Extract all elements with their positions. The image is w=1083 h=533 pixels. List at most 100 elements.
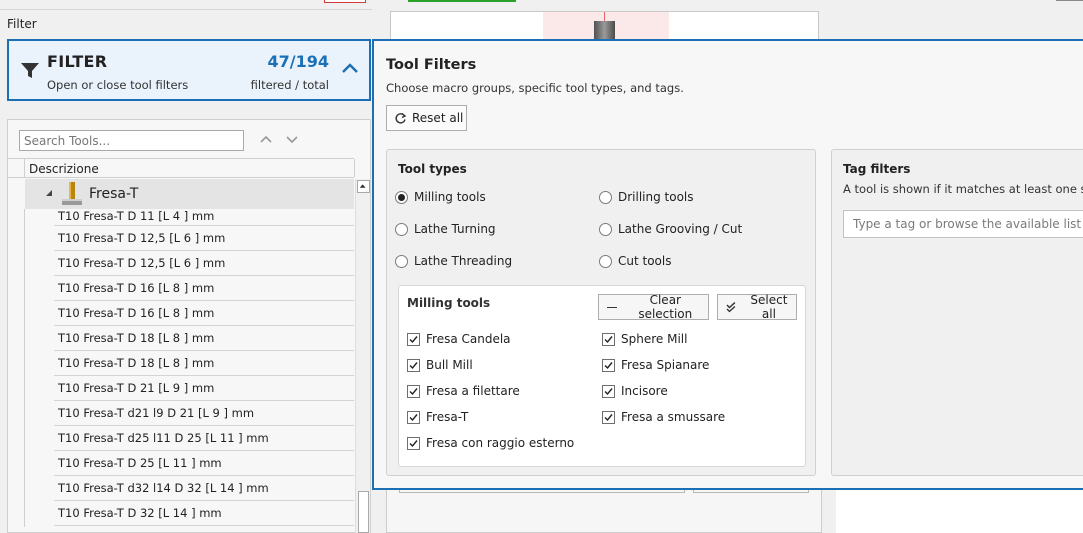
group-label: Fresa-T (89, 186, 139, 202)
chevron-up-icon[interactable] (258, 132, 274, 146)
list-item[interactable]: T10 Fresa-T D 11 [L 4 ] mm (24, 209, 354, 235)
check-icon (409, 361, 418, 369)
tools-panel: Descrizione Fresa-T T10 Fresa-T D 11 [L … (7, 119, 371, 533)
grid-header: Descrizione (8, 158, 355, 178)
minus-icon (607, 306, 617, 308)
expand-triangle-icon[interactable] (45, 189, 53, 197)
double-check-icon (726, 301, 736, 312)
list-item[interactable]: T10 Fresa-T D 12,5 [L 6 ] mm (24, 251, 354, 277)
check-icon (409, 335, 418, 343)
list-item[interactable]: T10 Fresa-T d25 l11 D 25 [L 11 ] mm (24, 426, 354, 452)
filter-toggle-card[interactable]: FILTER Open or close tool filters 47/194… (7, 39, 371, 101)
radio-lathe-turning[interactable]: Lathe Turning (395, 222, 496, 236)
list-item[interactable]: T10 Fresa-T D 18 [L 8 ] mm (24, 326, 354, 352)
radio-lathe-threading[interactable]: Lathe Threading (395, 254, 512, 268)
tag-filters-title: Tag filters (843, 162, 911, 176)
tool-preview-canvas (390, 11, 819, 42)
check-icon (604, 335, 613, 343)
list-item[interactable]: T10 Fresa-T D 32 [L 14 ] mm (24, 501, 354, 527)
milling-tools-panel: Milling tools Clear selection Select all… (398, 285, 806, 467)
checkbox-checked[interactable] (602, 384, 615, 398)
chevron-up-icon[interactable] (341, 61, 359, 75)
refresh-icon (395, 112, 407, 123)
checkbox-fresa-a-filettare[interactable]: Fresa a filettare (407, 384, 520, 398)
filter-card-title: FILTER (47, 52, 108, 71)
radio-drilling-tools[interactable]: Drilling tools (599, 190, 694, 204)
checkbox-sphere-mill[interactable]: Sphere Mill (602, 332, 687, 346)
checkbox-checked[interactable] (602, 410, 615, 424)
list-item[interactable]: T10 Fresa-T D 16 [L 8 ] mm (24, 276, 354, 302)
list-item[interactable]: T10 Fresa-T d32 l14 D 32 [L 14 ] mm (24, 476, 354, 502)
list-item[interactable]: T10 Fresa-T D 12,5 [L 6 ] mm (24, 226, 354, 252)
checkbox-checked[interactable] (407, 384, 420, 398)
checkbox-bull-mill[interactable]: Bull Mill (407, 358, 473, 372)
background-area (836, 488, 1083, 533)
list-item-label: T10 Fresa-T d21 l9 D 21 [L 9 ] mm (58, 406, 255, 420)
column-header-descrizione[interactable]: Descrizione (29, 162, 99, 176)
list-item[interactable]: T10 Fresa-T D 16 [L 8 ] mm (24, 301, 354, 327)
list-item-label: T10 Fresa-T D 16 [L 8 ] mm (58, 281, 215, 295)
checkbox-checked[interactable] (407, 410, 420, 424)
filter-section-title: Filter (7, 17, 37, 31)
list-item[interactable]: T10 Fresa-T D 21 [L 9 ] mm (24, 376, 354, 402)
checkbox-checked[interactable] (602, 332, 615, 346)
list-item-label: T10 Fresa-T D 21 [L 9 ] mm (58, 381, 215, 395)
checkbox-fresa-spianare[interactable]: Fresa Spianare (602, 358, 709, 372)
toolbar-button-green[interactable] (408, 0, 516, 2)
search-input[interactable] (19, 130, 244, 151)
radio-button[interactable] (395, 222, 408, 236)
check-icon (604, 361, 613, 369)
list-item-label: T10 Fresa-T D 11 [L 4 ] mm (58, 209, 215, 223)
chevron-down-icon[interactable] (284, 132, 300, 146)
radio-button[interactable] (395, 254, 408, 268)
checkbox-checked[interactable] (407, 332, 420, 346)
tool-list: T10 Fresa-T D 11 [L 4 ] mm T10 Fresa-T D… (8, 209, 354, 527)
list-item-label: T10 Fresa-T D 12,5 [L 6 ] mm (58, 231, 226, 245)
checkbox-incisore[interactable]: Incisore (602, 384, 668, 398)
checkbox-checked[interactable] (407, 358, 420, 372)
list-item[interactable]: T10 Fresa-T D 25 [L 11 ] mm (24, 451, 354, 477)
filter-count-label: filtered / total (250, 78, 329, 92)
radio-button[interactable] (599, 254, 612, 268)
radio-button[interactable] (599, 222, 612, 236)
reset-all-label: Reset all (412, 111, 464, 125)
select-all-button[interactable]: Select all (717, 293, 797, 321)
checkbox-fresa-t[interactable]: Fresa-T (407, 410, 468, 424)
radio-lathe-grooving-cut[interactable]: Lathe Grooving / Cut (599, 222, 742, 236)
popup-title: Tool Filters (386, 57, 477, 73)
tool-types-title: Tool types (398, 162, 467, 176)
clear-selection-button[interactable]: Clear selection (598, 293, 709, 321)
radio-button-selected[interactable] (395, 190, 408, 204)
reset-all-button[interactable]: Reset all (386, 105, 467, 131)
group-row[interactable]: Fresa-T (25, 179, 354, 209)
divider (1056, 0, 1083, 1)
t-mill-icon (62, 182, 82, 205)
checkbox-fresa-candela[interactable]: Fresa Candela (407, 332, 511, 346)
list-item-label: T10 Fresa-T D 18 [L 8 ] mm (58, 356, 215, 370)
radio-cut-tools[interactable]: Cut tools (599, 254, 671, 268)
tag-search-input[interactable] (843, 210, 1083, 238)
checkbox-fresa-con-raggio-esterno[interactable]: Fresa con raggio esterno (407, 436, 574, 450)
list-item-label: T10 Fresa-T D 12,5 [L 6 ] mm (58, 256, 226, 270)
check-icon (604, 387, 613, 395)
checkbox-checked[interactable] (407, 436, 420, 450)
list-item[interactable]: T10 Fresa-T d21 l9 D 21 [L 9 ] mm (24, 401, 354, 427)
popup-subtitle: Choose macro groups, specific tool types… (386, 81, 684, 95)
list-item[interactable]: T10 Fresa-T D 18 [L 8 ] mm (24, 351, 354, 377)
radio-milling-tools[interactable]: Milling tools (395, 190, 486, 204)
checkbox-checked[interactable] (602, 358, 615, 372)
scroll-up-button[interactable] (357, 180, 370, 193)
checkbox-fresa-a-smussare[interactable]: Fresa a smussare (602, 410, 725, 424)
radio-button[interactable] (599, 190, 612, 204)
filter-count: 47/194 (267, 52, 329, 71)
tag-filters-description: A tool is shown if it matches at least o… (843, 182, 1083, 196)
list-item-label: T10 Fresa-T D 32 [L 14 ] mm (58, 506, 222, 520)
divider (0, 9, 372, 10)
funnel-icon (21, 63, 39, 78)
scroll-thumb[interactable] (358, 491, 369, 533)
check-icon (604, 413, 613, 421)
check-icon (409, 387, 418, 395)
vertical-scrollbar[interactable] (355, 179, 370, 533)
toolbar-button-red[interactable] (324, 0, 366, 3)
tag-filters-panel: Tag filters A tool is shown if it matche… (831, 149, 1083, 476)
